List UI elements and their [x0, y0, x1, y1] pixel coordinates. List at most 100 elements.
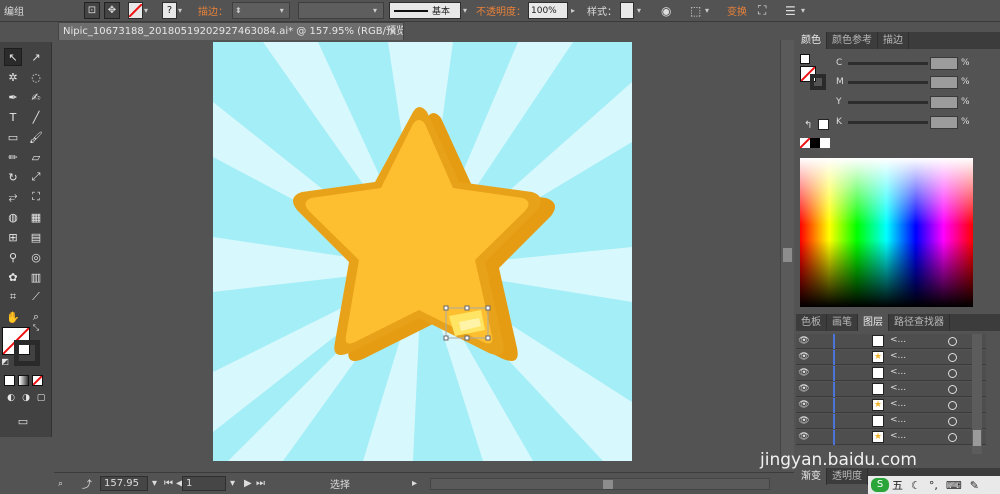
artboard-number-field[interactable]: 1 [182, 476, 226, 491]
free-transform-tool-icon[interactable]: ⛶ [27, 188, 45, 206]
artboard[interactable] [213, 42, 632, 461]
stroke-profile-dropdown[interactable]: 基本 [389, 2, 461, 19]
draw-behind-icon[interactable]: ◑ [19, 392, 33, 404]
document-tab[interactable]: Nipic_10673188_20180519202927463084.ai* … [58, 22, 404, 40]
tab-color-guide[interactable]: 颜色参考 [827, 32, 878, 49]
zoom-field[interactable]: 157.95 [100, 476, 148, 491]
opacity-arrow-icon[interactable]: ▸ [571, 2, 575, 19]
target-icon[interactable] [948, 353, 957, 362]
layer-row[interactable]: 👁 <... [796, 366, 986, 381]
target-icon[interactable] [948, 369, 957, 378]
screen-mode-icon[interactable]: ▭ [13, 414, 33, 428]
tab-swatches[interactable]: 色板 [796, 314, 827, 331]
align-icon[interactable]: ⬚ [690, 2, 701, 19]
artboard-dropdown-icon[interactable]: ▾ [230, 476, 235, 491]
scrollbar-thumb[interactable] [783, 248, 792, 262]
layer-row[interactable]: 👁 ★ <... [796, 430, 986, 445]
target-icon[interactable] [948, 337, 957, 346]
visibility-eye-icon[interactable]: 👁 [796, 416, 812, 426]
width-tool-icon[interactable]: ⥂ [4, 188, 22, 206]
scale-tool-icon[interactable]: ⤢ [27, 168, 45, 186]
first-artboard-icon[interactable]: ⏮ [164, 476, 173, 491]
transform-icon[interactable]: ⛶ [758, 2, 766, 19]
visibility-eye-icon[interactable]: 👁 [796, 384, 812, 394]
layer-row[interactable]: 👁 ★ <... [796, 350, 986, 365]
gear-icon[interactable]: ✥ [104, 2, 120, 19]
horizontal-scrollbar[interactable] [430, 478, 770, 490]
document-vertical-scrollbar[interactable] [780, 40, 794, 470]
share-icon[interactable]: ⤴ [82, 476, 92, 491]
magic-wand-tool-icon[interactable]: ✲ [4, 68, 22, 86]
style-swatch[interactable] [620, 2, 634, 19]
status-arrow-icon[interactable]: ▸ [412, 476, 417, 491]
tab-layers[interactable]: 图层 [858, 314, 889, 331]
tab-color[interactable]: 颜色 [796, 32, 827, 49]
stroke-weight-field[interactable]: ⬍ ▾ [232, 2, 290, 19]
magenta-slider[interactable]: M% [836, 75, 996, 89]
layer-row[interactable]: 👁 ★ <... [796, 398, 986, 413]
selection-tool-icon[interactable]: ↖ [4, 48, 22, 66]
tab-pathfinder[interactable]: 路径查找器 [889, 314, 950, 331]
direct-selection-tool-icon[interactable]: ↗ [27, 48, 45, 66]
target-icon[interactable] [948, 385, 957, 394]
black-swatch[interactable] [810, 138, 820, 148]
line-tool-icon[interactable]: ╱ [27, 108, 45, 126]
recolor-icon[interactable]: ◉ [661, 2, 671, 19]
none-swatch[interactable] [799, 137, 811, 149]
tab-stroke[interactable]: 描边 [878, 32, 909, 49]
ime-mode-label[interactable]: 五 [892, 477, 903, 493]
horizontal-scrollbar-thumb[interactable] [603, 480, 613, 489]
paintbrush-tool-icon[interactable]: 🖌 [27, 128, 45, 146]
last-artboard-icon[interactable]: ⏭ [256, 476, 265, 491]
options-dropdown-icon[interactable]: ▾ [801, 2, 805, 19]
next-artboard-icon[interactable]: ▶ [244, 476, 252, 491]
artboard-tool-icon[interactable]: ⌗ [4, 288, 22, 306]
visibility-eye-icon[interactable]: 👁 [796, 336, 812, 346]
layers-scrollbar[interactable] [972, 334, 982, 454]
yellow-slider[interactable]: Y% [836, 95, 996, 109]
layers-scrollbar-thumb[interactable] [973, 430, 981, 446]
target-icon[interactable] [948, 401, 957, 410]
pencil-tool-icon[interactable]: ✏ [4, 148, 22, 166]
eyedropper-tool-icon[interactable]: ⚲ [4, 248, 22, 266]
close-tab-icon[interactable]: × [389, 23, 397, 40]
out-of-gamut-icon[interactable]: ↰ [804, 120, 812, 131]
visibility-eye-icon[interactable]: 👁 [796, 400, 812, 410]
fill-mini-swatch[interactable] [800, 54, 810, 64]
cyan-slider[interactable]: C% [836, 56, 996, 70]
black-slider[interactable]: K% [836, 115, 996, 129]
mesh-tool-icon[interactable]: ⊞ [4, 228, 22, 246]
default-colors-icon[interactable]: ◩ [0, 356, 10, 366]
stroke-swatch[interactable]: ? [162, 2, 177, 19]
symbol-sprayer-tool-icon[interactable]: ✿ [4, 268, 22, 286]
transform-link[interactable]: 变换 [727, 2, 747, 19]
profile-dropdown-icon[interactable]: ▾ [463, 2, 467, 19]
ime-keyboard-icon[interactable]: ⌨ [946, 479, 962, 492]
variable-width-dropdown[interactable]: ▾ [298, 2, 384, 19]
layer-row[interactable]: 👁 <... [796, 414, 986, 429]
align-dropdown-icon[interactable]: ▾ [705, 2, 709, 19]
fill-swatch[interactable] [128, 2, 143, 19]
layer-row[interactable]: 👁 <... [796, 382, 986, 397]
rectangle-tool-icon[interactable]: ▭ [4, 128, 22, 146]
style-dropdown-icon[interactable]: ▾ [637, 2, 641, 19]
tab-gradient[interactable]: 渐变 [796, 467, 827, 485]
isolate-group-icon[interactable]: ⊡ [84, 2, 100, 19]
target-icon[interactable] [948, 433, 957, 442]
hand-tool-icon[interactable]: ✋ [4, 308, 22, 326]
rotate-tool-icon[interactable]: ↻ [4, 168, 22, 186]
visibility-eye-icon[interactable]: 👁 [796, 352, 812, 362]
slice-tool-icon[interactable]: ⟋ [27, 288, 45, 306]
layer-row[interactable]: 👁 <... [796, 334, 986, 349]
swap-colors-icon[interactable]: ⤡ [31, 323, 41, 333]
last-color-swatch[interactable] [818, 119, 829, 130]
stroke-label[interactable]: 描边： [198, 2, 228, 19]
visibility-eye-icon[interactable]: 👁 [796, 368, 812, 378]
ime-skin-icon[interactable]: ✎ [970, 479, 979, 492]
zoom-icon[interactable]: ⌕ [58, 476, 63, 491]
ime-punct-icon[interactable]: °, [929, 479, 938, 492]
options-icon[interactable]: ☰ [785, 2, 796, 19]
pen-tool-icon[interactable]: ✒ [4, 88, 22, 106]
stroke-color-box[interactable] [14, 340, 40, 366]
color-mode-icon[interactable] [4, 375, 15, 386]
